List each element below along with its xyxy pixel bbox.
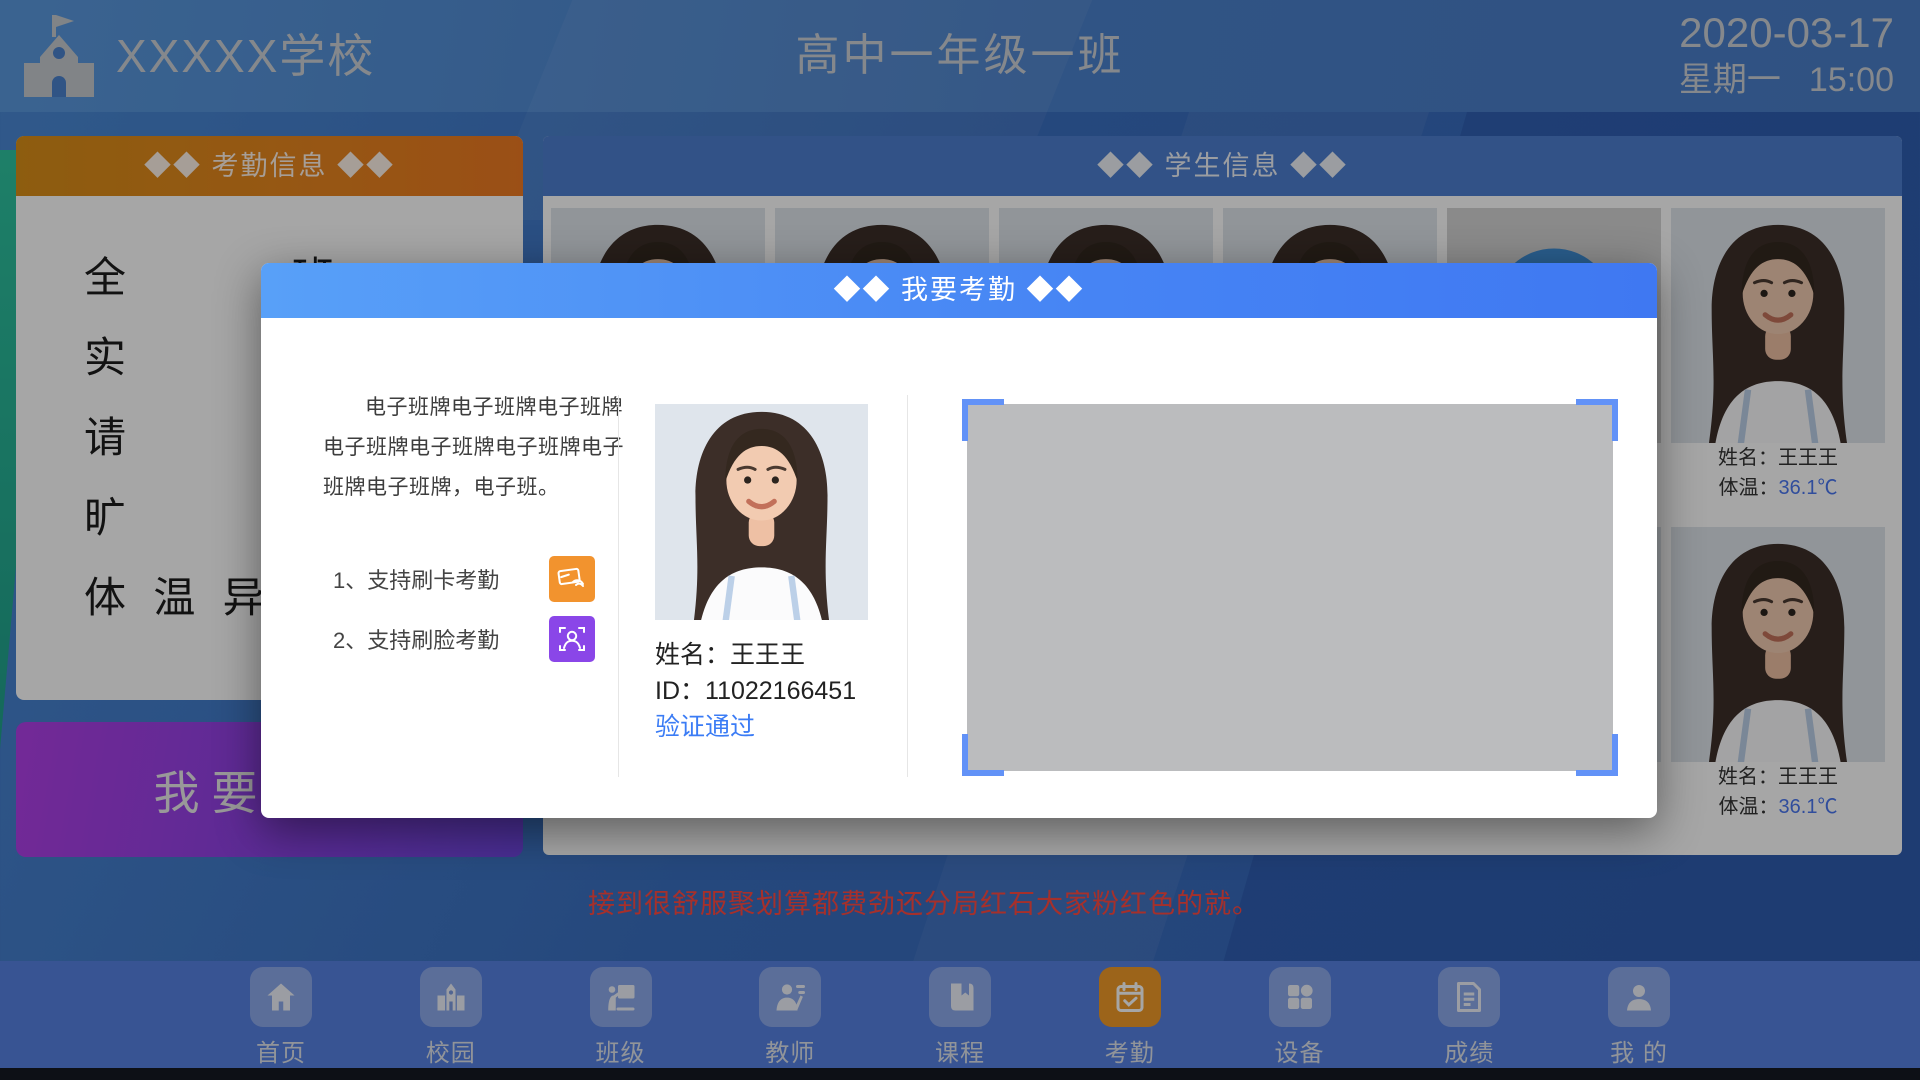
modal-feature-list: 1、支持刷卡考勤 2、支持刷脸考勤: [333, 555, 595, 675]
face-scan-icon: [549, 616, 595, 662]
verified-student-id: ID：11022166451: [655, 671, 856, 707]
camera-corner-bracket: [1576, 399, 1618, 441]
attendance-modal: ◆◆ 我要考勤 ◆◆ 电子班牌电子班牌电子班牌电子班牌电子班牌电子班牌电子班牌电…: [261, 263, 1657, 818]
camera-corner-bracket: [962, 734, 1004, 776]
modal-divider: [907, 395, 908, 777]
feature-label: 1、支持刷卡考勤: [333, 563, 529, 595]
verified-student-name: 姓名：王王王: [655, 635, 805, 671]
camera-corner-bracket: [962, 399, 1004, 441]
verify-status-link[interactable]: 验证通过: [655, 707, 755, 743]
verified-student-photo: [655, 404, 868, 620]
feature-face-attendance: 2、支持刷脸考勤: [333, 615, 595, 663]
feature-card-attendance: 1、支持刷卡考勤: [333, 555, 595, 603]
modal-title: ◆◆ 我要考勤 ◆◆: [261, 263, 1657, 318]
feature-label: 2、支持刷脸考勤: [333, 623, 529, 655]
card-swipe-icon: [549, 556, 595, 602]
camera-preview: [967, 404, 1613, 771]
modal-divider: [618, 395, 619, 777]
camera-corner-bracket: [1576, 734, 1618, 776]
modal-intro-text: 电子班牌电子班牌电子班牌电子班牌电子班牌电子班牌电子班牌电子班牌，电子班。: [323, 388, 629, 508]
